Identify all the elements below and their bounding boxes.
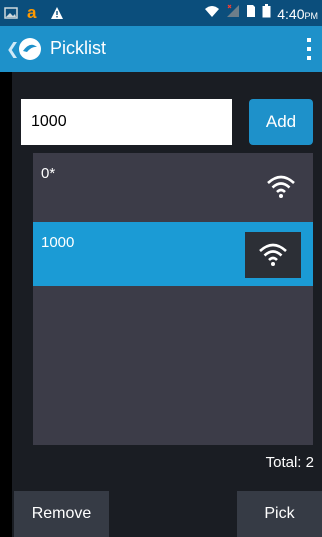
battery-icon <box>262 4 271 23</box>
total-count: Total: 2 <box>265 454 314 471</box>
add-button[interactable]: Add <box>249 99 313 145</box>
app-logo-icon[interactable] <box>18 37 42 61</box>
picklist: 0* 1000 <box>33 153 313 445</box>
system-icons: 4:40PM <box>204 4 318 23</box>
wifi-icon <box>261 171 301 203</box>
gallery-icon <box>4 6 18 25</box>
status-bar: a 4:40PM <box>0 0 322 26</box>
sim-icon <box>246 4 256 23</box>
remove-button[interactable]: Remove <box>14 491 109 537</box>
bottom-bar: Remove Pick <box>0 491 322 537</box>
wifi-icon <box>245 232 301 278</box>
pick-button[interactable]: Pick <box>237 491 322 537</box>
list-item-label: 0* <box>41 165 56 182</box>
clock: 4:40PM <box>277 5 318 22</box>
page-title: Picklist <box>50 38 107 58</box>
notification-icons: a <box>4 3 64 27</box>
warning-icon <box>50 6 64 25</box>
wifi-icon <box>204 4 220 23</box>
list-item-label: 1000 <box>41 234 75 251</box>
svg-text:a: a <box>27 4 37 22</box>
picklist-input[interactable] <box>21 99 232 145</box>
action-bar: ❮ Picklist <box>0 26 322 72</box>
list-item[interactable]: 0* <box>33 153 313 217</box>
list-item[interactable]: 1000 <box>33 222 313 286</box>
overflow-menu-icon[interactable] <box>306 38 312 60</box>
signal-icon <box>226 4 240 23</box>
amazon-icon: a <box>26 3 42 27</box>
